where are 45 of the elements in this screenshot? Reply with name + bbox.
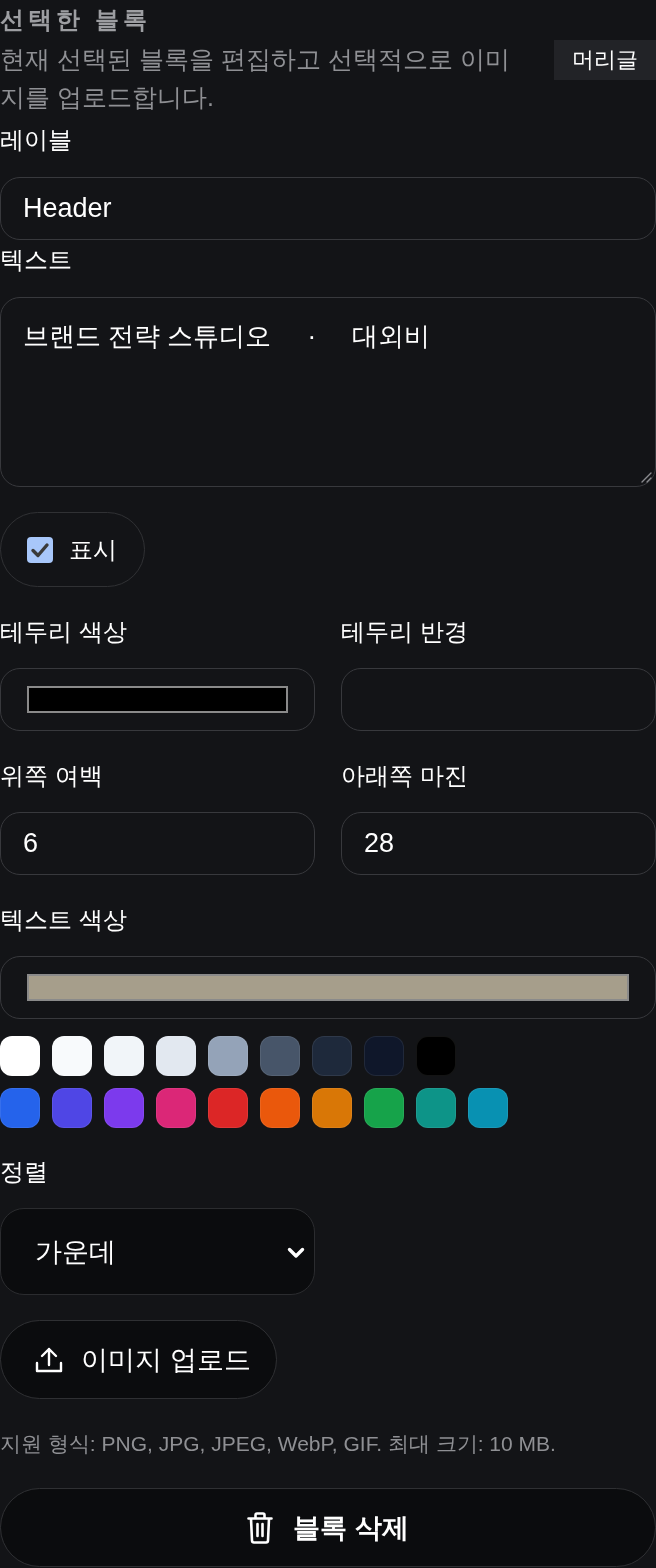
trash-icon xyxy=(247,1511,274,1544)
color-swatch-icon[interactable] xyxy=(208,1088,248,1128)
field-label: 텍스트 색상 xyxy=(0,905,127,935)
color-swatch-icon[interactable] xyxy=(208,1036,248,1076)
color-swatch-icon[interactable] xyxy=(52,1036,92,1076)
field-label: 텍스트 xyxy=(0,245,72,275)
color-swatch-icon[interactable] xyxy=(156,1088,196,1128)
number-input[interactable]: 6 xyxy=(0,812,315,875)
color-swatch-icon[interactable] xyxy=(156,1036,196,1076)
color-input[interactable] xyxy=(0,956,656,1019)
color-swatch-icon[interactable] xyxy=(364,1036,404,1076)
upload-button[interactable]: 이미지 업로드 xyxy=(0,1320,277,1399)
color-swatch-icon[interactable] xyxy=(0,1088,40,1128)
color-swatch-icon[interactable] xyxy=(260,1088,300,1128)
upload-icon xyxy=(35,1345,63,1374)
number-input[interactable] xyxy=(341,668,656,731)
panel-title: 선택한 블록 xyxy=(0,5,151,35)
color-swatch-icon[interactable] xyxy=(468,1088,508,1128)
color-swatch-icon[interactable] xyxy=(312,1088,352,1128)
resize-handle-icon[interactable] xyxy=(640,471,652,483)
color-input[interactable] xyxy=(0,668,315,731)
field-label: 레이블 xyxy=(0,125,72,155)
field-label: 테두리 반경 xyxy=(341,617,468,647)
panel-description: 현재 선택된 블록을 편집하고 선택적으로 이미지를 업로드합니다. xyxy=(0,44,511,113)
delete-button[interactable]: 블록 삭제 xyxy=(0,1488,656,1567)
color-swatch-icon[interactable] xyxy=(416,1088,456,1128)
color-swatch-icon[interactable] xyxy=(364,1088,404,1128)
alignment-dropdown[interactable]: 가운데 xyxy=(0,1208,315,1295)
color-swatch-icon[interactable] xyxy=(0,1036,40,1076)
field-label: 정렬 xyxy=(0,1157,48,1187)
text-area[interactable]: 브랜드 전략 스튜디오 · 대외비 xyxy=(0,297,656,487)
color-swatch-icon[interactable] xyxy=(260,1036,300,1076)
checkbox[interactable] xyxy=(27,536,53,563)
color-swatch-icon[interactable] xyxy=(52,1088,92,1128)
label-input[interactable]: Header xyxy=(0,177,656,240)
color-swatch-icon[interactable] xyxy=(104,1036,144,1076)
color-swatch-icon[interactable] xyxy=(104,1088,144,1128)
field-label: 테두리 색상 xyxy=(0,617,127,647)
block-type-tag: 머리글 xyxy=(554,40,656,80)
number-input[interactable]: 28 xyxy=(341,812,656,875)
help-text: 지원 형식: PNG, JPG, JPEG, WebP, GIF. 최대 크기: 10 MB. xyxy=(0,1431,556,1457)
field-label: 아래쪽 마진 xyxy=(341,761,468,791)
color-swatch-icon[interactable] xyxy=(312,1036,352,1076)
field-label: 위쪽 여백 xyxy=(0,761,103,791)
chevron-down-icon xyxy=(287,1247,305,1259)
